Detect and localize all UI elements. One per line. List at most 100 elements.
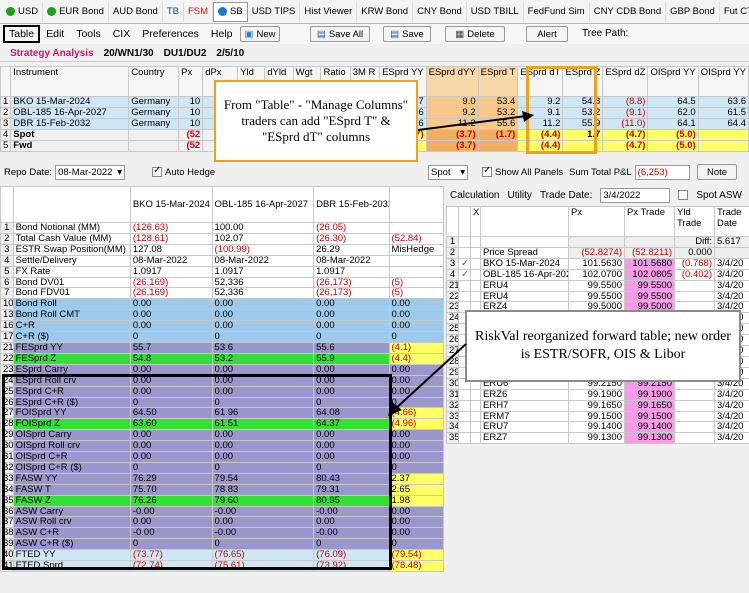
tab-krw-bond[interactable]: KRW Bond [357,1,414,22]
table-cell[interactable]: 0.00 [129,374,213,387]
column-header[interactable] [458,206,471,237]
table-cell[interactable]: 99.5500 [568,279,625,292]
table-row[interactable]: 34 FASW T 75.70 78.83 79.31 2.65 [0,483,444,496]
table-cell[interactable]: 0.00 [211,385,315,398]
tab-cny-bond[interactable]: CNY Bond [413,1,467,22]
table-cell[interactable]: (76.65) [211,549,315,562]
table-cell[interactable]: 0.00 [129,516,213,529]
column-header[interactable]: Instrument [10,66,130,97]
table-cell[interactable]: 79.60 [211,494,315,507]
table-cell[interactable]: Diff: [674,236,715,248]
table-cell[interactable]: MisHedge [388,243,444,256]
table-row[interactable]: 27 FOISprd YY 64.50 61.96 64.08 (4.66) [0,407,444,420]
table-cell[interactable]: 99.1300 [624,432,675,445]
column-header[interactable]: ESprd Z [562,66,604,97]
row-check[interactable] [458,279,471,292]
table-cell[interactable]: 61.51 [211,418,315,431]
table-row[interactable]: 35 FASW Z 76.26 79.60 80.95 1.98 [0,494,444,507]
table-cell[interactable]: 99.1500 [568,410,625,423]
table-cell[interactable]: 55.6 [313,341,390,354]
table-cell[interactable]: 0 [313,461,390,474]
table-row[interactable]: 22ERU499.550099.55003/4/20 [446,290,749,303]
table-cell[interactable]: 0.00 [211,363,315,376]
table-cell[interactable]: 52,336 [211,287,315,300]
table-cell[interactable]: 0.00 [388,451,444,463]
subtab-1[interactable]: 20/WN1/30 [104,48,154,59]
column-header[interactable]: ESprd T [477,66,519,97]
table-cell[interactable]: (26.05) [313,222,390,234]
table-cell[interactable]: 0 [313,331,390,343]
table-cell[interactable]: 0.00 [313,385,390,398]
table-cell[interactable]: (3.7) [425,139,479,152]
table-cell[interactable]: 9.2 [517,96,564,108]
table-cell[interactable]: 99.5500 [624,279,675,292]
table-row[interactable]: 37 ASW Roll crv 0.00 0.00 0.00 0.00 [0,516,444,529]
table-cell[interactable]: BKO 15-Mar-2024 [480,257,569,270]
table-cell[interactable] [562,139,604,152]
table-cell[interactable]: 55.7 [129,341,213,354]
table-cell[interactable] [470,246,481,259]
table-cell[interactable]: 78.83 [211,483,315,496]
table-cell[interactable] [388,222,444,234]
tab-calculation[interactable]: Calculation [450,190,499,201]
table-cell[interactable]: 64.50 [129,407,213,420]
table-cell[interactable]: 0.00 [313,363,390,376]
column-header[interactable] [12,186,131,223]
spot-asw-checkbox[interactable] [678,190,689,200]
table-cell[interactable] [674,279,715,292]
table-row[interactable]: 21ERU499.550099.55003/4/20 [446,279,749,292]
table-cell[interactable]: (5.0) [647,128,699,141]
table-cell[interactable]: ERU7 [480,421,569,434]
table-cell[interactable] [470,410,481,423]
table-cell[interactable] [674,399,715,412]
table-cell[interactable]: 0 [211,461,315,474]
table-row[interactable]: 17 C+R ($) 0 0 0 0 [0,331,444,343]
table-cell[interactable] [697,128,749,141]
table-cell[interactable]: 102.07 [211,232,315,245]
tab-fut-ctd[interactable]: Fut CTD [720,2,749,22]
table-cell[interactable]: 0.00 [313,298,390,311]
tab-aud-bond[interactable]: AUD Bond [109,1,163,22]
table-cell[interactable]: 0.00 [211,429,315,442]
table-cell[interactable]: 55.9 [562,117,604,130]
table-cell[interactable]: 0 [129,538,213,551]
table-cell[interactable]: 0.00 [388,320,444,333]
table-cell[interactable]: 99.1650 [624,399,675,412]
table-row[interactable]: 21 FESprd YY 55.7 53.6 55.6 (4.1) [0,341,444,354]
table-row[interactable]: 31 OISprd C+R 0.00 0.00 0.00 0.00 [0,451,444,463]
subtab-0[interactable]: Strategy Analysis [10,48,94,59]
table-cell[interactable]: 3/4/20 [714,279,749,292]
table-row[interactable]: 1 Diff: 5.617 [446,236,749,248]
table-cell[interactable]: (26,173) [313,287,390,300]
trade-date-input[interactable]: 3/4/2022 [600,187,671,203]
table-cell[interactable]: 10 [178,117,204,130]
table-cell[interactable]: Fwd [10,139,130,152]
table-cell[interactable]: (73.92) [313,560,390,572]
table-cell[interactable]: ERZ7 [480,432,569,445]
table-cell[interactable]: (0.768) [674,257,715,270]
table-cell[interactable]: 0 [313,538,390,551]
table-cell[interactable]: ERZ6 [480,388,569,401]
table-cell[interactable]: ERU4 [480,290,569,303]
table-cell[interactable]: 0.00 [388,527,444,540]
table-cell[interactable]: 3/4/20 [714,268,749,281]
table-cell[interactable]: -0.00 [211,527,315,540]
table-cell[interactable]: 61.5 [697,106,749,119]
tab-utility[interactable]: Utility [507,190,531,201]
table-cell[interactable]: ERU4 [480,279,569,292]
table-row[interactable]: 36 ASW Carry -0.00 -0.00 -0.00 0.00 [0,505,444,518]
table-cell[interactable] [470,257,481,270]
table-cell[interactable] [697,139,749,152]
table-cell[interactable]: 0.00 [313,374,390,387]
table-cell[interactable]: (100.99) [211,243,315,256]
table-cell[interactable]: 1.98 [388,494,444,507]
table-cell[interactable]: 0 [388,538,444,551]
table-cell[interactable]: 64.5 [647,96,699,108]
table-cell[interactable]: 54.8 [562,96,604,108]
table-cell[interactable]: -0.00 [129,527,213,540]
tab-usd-tbill[interactable]: USD TBILL [467,1,524,22]
table-cell[interactable]: 3/4/20 [714,388,749,401]
table-row[interactable]: 7 Bond FDV01 (26,169) 52,336 (26,173) (5) [0,287,444,300]
table-cell[interactable]: (11.0) [602,117,649,130]
alert-button[interactable]: Alert [526,26,568,42]
